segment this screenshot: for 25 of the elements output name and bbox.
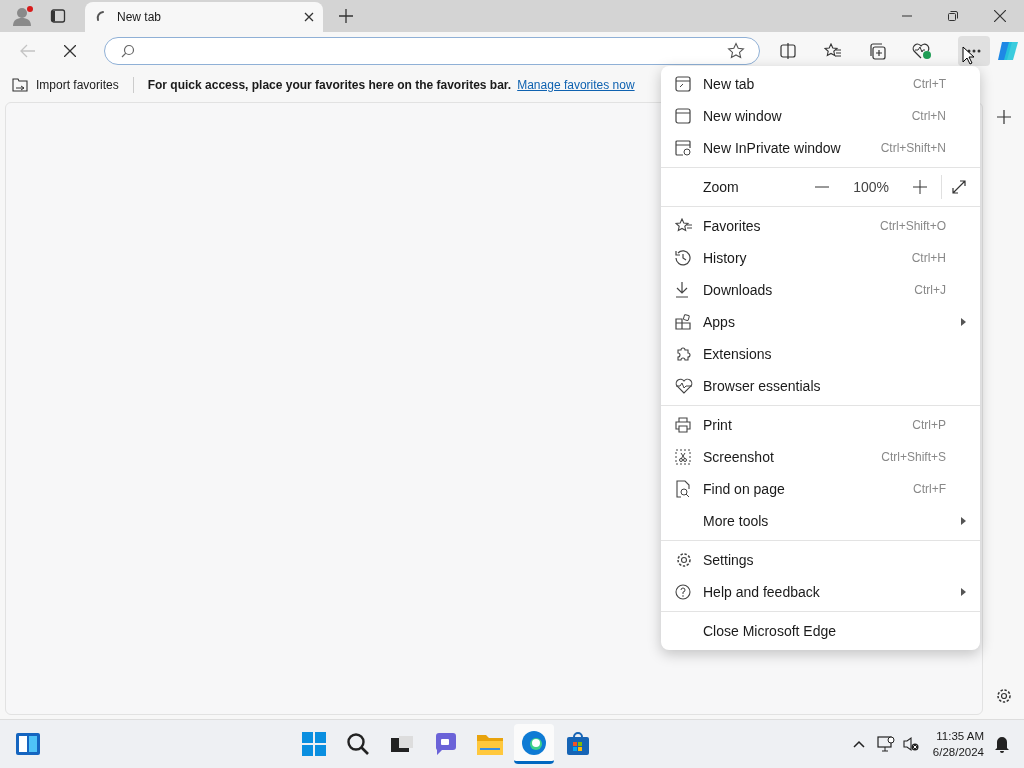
favorites-bar-message: For quick access, place your favorites here on the favorites bar.: [147, 78, 512, 92]
browser-tab[interactable]: New tab: [85, 2, 323, 32]
menu-item[interactable]: New InPrivate window Ctrl+Shift+N: [661, 132, 980, 164]
clock-time: 11:35 AM: [936, 729, 984, 744]
menu-item[interactable]: History Ctrl+H: [661, 242, 980, 274]
menu-item[interactable]: Browser essentials: [661, 370, 980, 402]
menu-item[interactable]: Apps: [661, 306, 980, 338]
menu-item[interactable]: More tools: [661, 505, 980, 537]
menu-item[interactable]: Close Microsoft Edge: [661, 615, 980, 647]
menu-item[interactable]: Print Ctrl+P: [661, 409, 980, 441]
import-favorites-button[interactable]: Import favorites: [36, 78, 119, 92]
menu-item[interactable]: Screenshot Ctrl+Shift+S: [661, 441, 980, 473]
zoom-level: 100%: [853, 179, 889, 195]
menu-item[interactable]: Find on page Ctrl+F: [661, 473, 980, 505]
menu-item[interactable]: Extensions: [661, 338, 980, 370]
menu-item[interactable]: Settings: [661, 544, 980, 576]
zoom-label: Zoom: [703, 179, 740, 195]
menu-item[interactable]: New tab Ctrl+T: [661, 68, 980, 100]
tab-title: New tab: [117, 10, 163, 24]
menu-item[interactable]: Favorites Ctrl+Shift+O: [661, 210, 980, 242]
menu-item[interactable]: New window Ctrl+N: [661, 100, 980, 132]
menu-item[interactable]: Help and feedback: [661, 576, 980, 608]
clock-date: 6/28/2024: [932, 745, 984, 760]
manage-favorites-link[interactable]: Manage favorites now: [517, 78, 635, 92]
menu-item[interactable]: Downloads Ctrl+J: [661, 274, 980, 306]
